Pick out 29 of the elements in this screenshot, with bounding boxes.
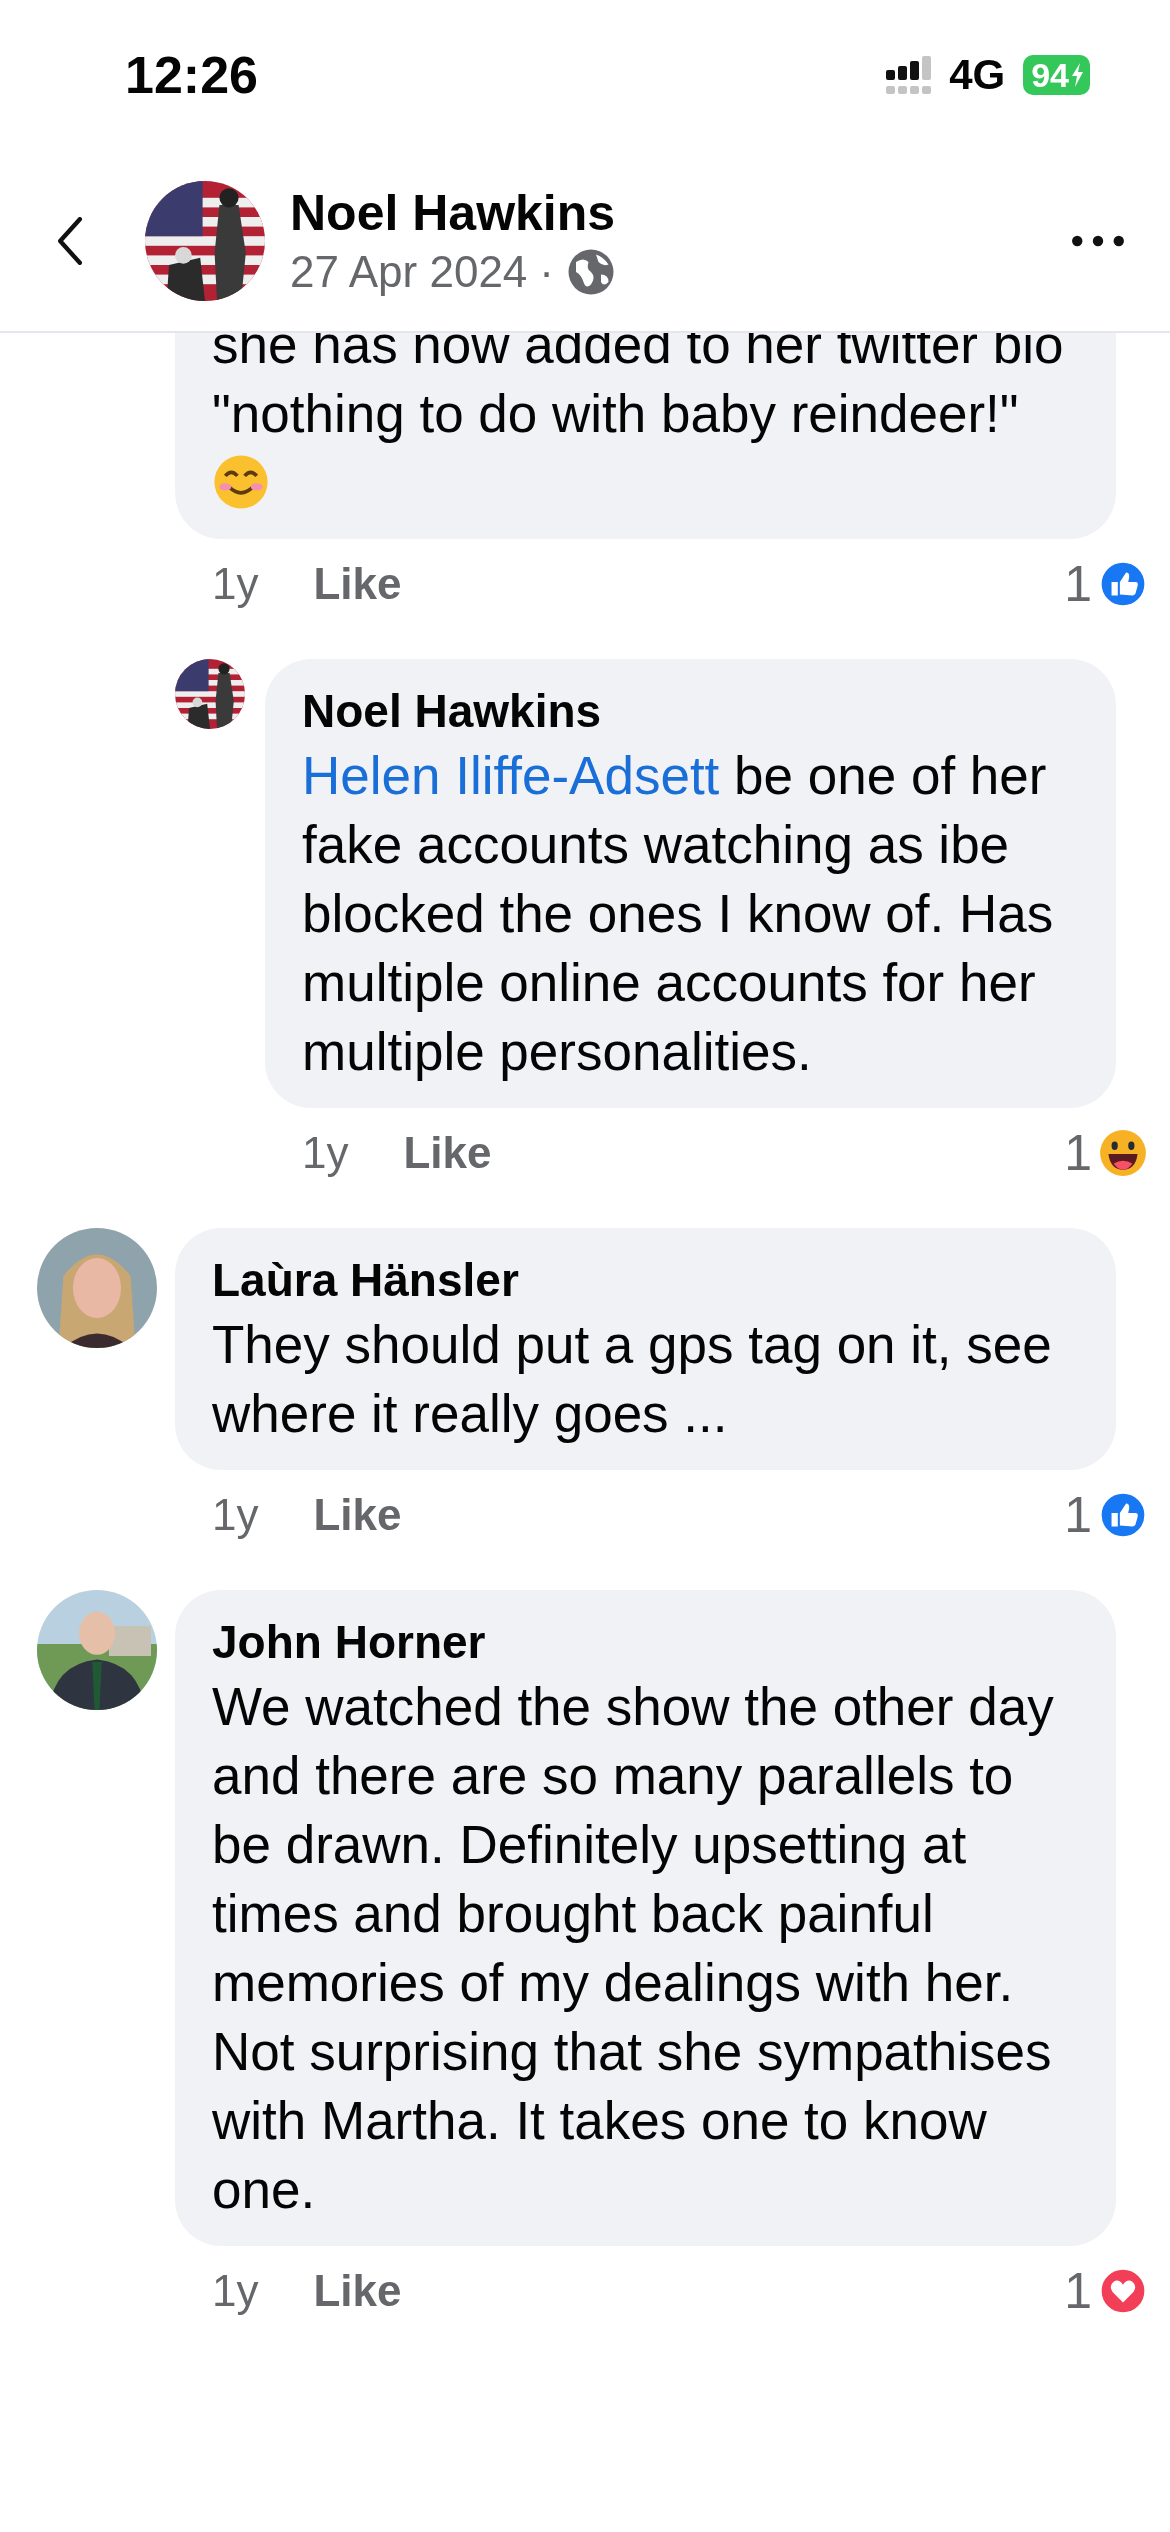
post-date: 27 Apr 2024: [290, 245, 528, 298]
commenter-name[interactable]: John Horner: [212, 1612, 1082, 1672]
comment-age: 1y: [212, 559, 259, 609]
like-button[interactable]: Like: [313, 1490, 402, 1540]
like-button[interactable]: Like: [313, 2266, 402, 2316]
commenter-name[interactable]: Laùra Hänsler: [212, 1250, 1082, 1310]
reaction-count: 1: [1064, 555, 1092, 613]
comment-age: 1y: [302, 1128, 349, 1178]
separator-dot: ·: [539, 245, 554, 298]
bolt-icon: [1071, 63, 1084, 87]
more-icon[interactable]: [1071, 233, 1125, 248]
like-button[interactable]: Like: [313, 559, 402, 609]
reaction-count: 1: [1064, 1486, 1092, 1544]
signal-icon: [886, 56, 932, 94]
comment-text: They should put a gps tag on it, see where it really goes ...: [212, 1314, 1053, 1445]
comment-text: Helen Iliffe-Adsett be one of her fake accounts watching as ibe blocked the ones I know of. Has multiple online accounts for her multiple personalities.: [302, 745, 1055, 1083]
reaction-count: 1: [1064, 1124, 1092, 1182]
mention-link[interactable]: Helen Iliffe-Adsett: [302, 746, 720, 805]
reaction-count: 1: [1064, 2262, 1092, 2320]
commenter-name[interactable]: Noel Hawkins: [302, 681, 1082, 741]
status-time: 12:26: [125, 45, 258, 105]
comment-text: We watched the show the other day and there are so many parallels to be drawn. Definitely upsetting at times and brought back painful memories of my dealings with her. Not surprising that she sympathises with Martha. It takes one to know one.: [212, 1676, 1055, 2221]
like-button[interactable]: Like: [403, 1128, 492, 1178]
comment-age: 1y: [212, 2266, 259, 2316]
comment-age: 1y: [212, 1490, 259, 1540]
author-name: Noel Hawkins: [290, 183, 617, 243]
battery-percent: 94: [1031, 55, 1069, 95]
network-type: 4G: [949, 51, 1006, 99]
back-icon[interactable]: [55, 216, 85, 265]
